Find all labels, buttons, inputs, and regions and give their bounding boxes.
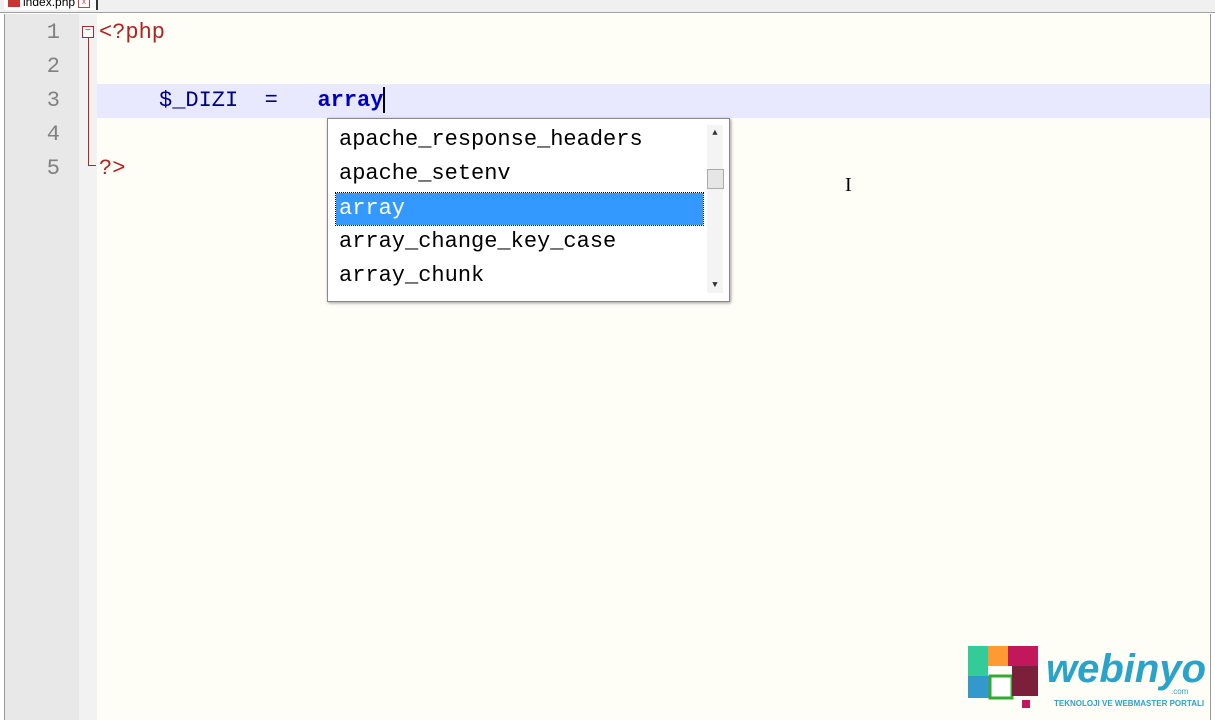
- tab-bar: index.php x: [0, 0, 1215, 13]
- text-caret: [383, 87, 386, 114]
- keyword: array: [317, 88, 384, 113]
- variable: $_DIZI: [159, 88, 239, 113]
- autocomplete-item[interactable]: array_chunk: [336, 260, 703, 292]
- autocomplete-item[interactable]: apache_setenv: [336, 158, 703, 190]
- php-close-tag: ?>: [99, 156, 126, 181]
- tab-index-php[interactable]: index.php x: [4, 0, 99, 10]
- svg-text:.com: .com: [1171, 687, 1189, 696]
- svg-text:TEKNOLOJI VE WEBMASTER PORTALI: TEKNOLOJI VE WEBMASTER PORTALI: [1054, 699, 1204, 708]
- autocomplete-scrollbar[interactable]: ▲ ▼: [707, 125, 724, 293]
- ibeam-cursor-icon: I: [845, 174, 852, 196]
- autocomplete-item[interactable]: array_change_key_case: [336, 226, 703, 258]
- line-number: 1: [46, 20, 60, 45]
- autocomplete-item-selected[interactable]: array: [335, 192, 704, 226]
- scroll-down-icon[interactable]: ▼: [707, 277, 723, 293]
- code-line: 2: [5, 50, 1210, 84]
- logo-mark-icon: webinyo .com TEKNOLOJI VE WEBMASTER PORT…: [968, 646, 1206, 708]
- operator: =: [264, 88, 278, 113]
- scrollbar-thumb[interactable]: [707, 169, 724, 189]
- autocomplete-item[interactable]: apache_response_headers: [336, 124, 703, 156]
- code-line-current: 3 $_DIZI = array: [5, 84, 1210, 118]
- line-number: 2: [46, 54, 60, 79]
- webinyo-logo: webinyo .com TEKNOLOJI VE WEBMASTER PORT…: [966, 642, 1211, 716]
- code-line: 1 <?php: [5, 16, 1210, 50]
- line-number: 3: [46, 88, 60, 113]
- close-tab-icon[interactable]: x: [78, 0, 91, 8]
- line-number: 5: [46, 156, 60, 181]
- php-open-tag: <?php: [99, 20, 166, 45]
- line-number: 4: [46, 122, 60, 147]
- svg-text:webinyo: webinyo: [1046, 647, 1206, 691]
- file-icon: [8, 0, 20, 7]
- autocomplete-popup: apache_response_headers apache_setenv ar…: [327, 118, 730, 302]
- scroll-up-icon[interactable]: ▲: [707, 125, 723, 141]
- tab-label: index.php: [23, 0, 76, 9]
